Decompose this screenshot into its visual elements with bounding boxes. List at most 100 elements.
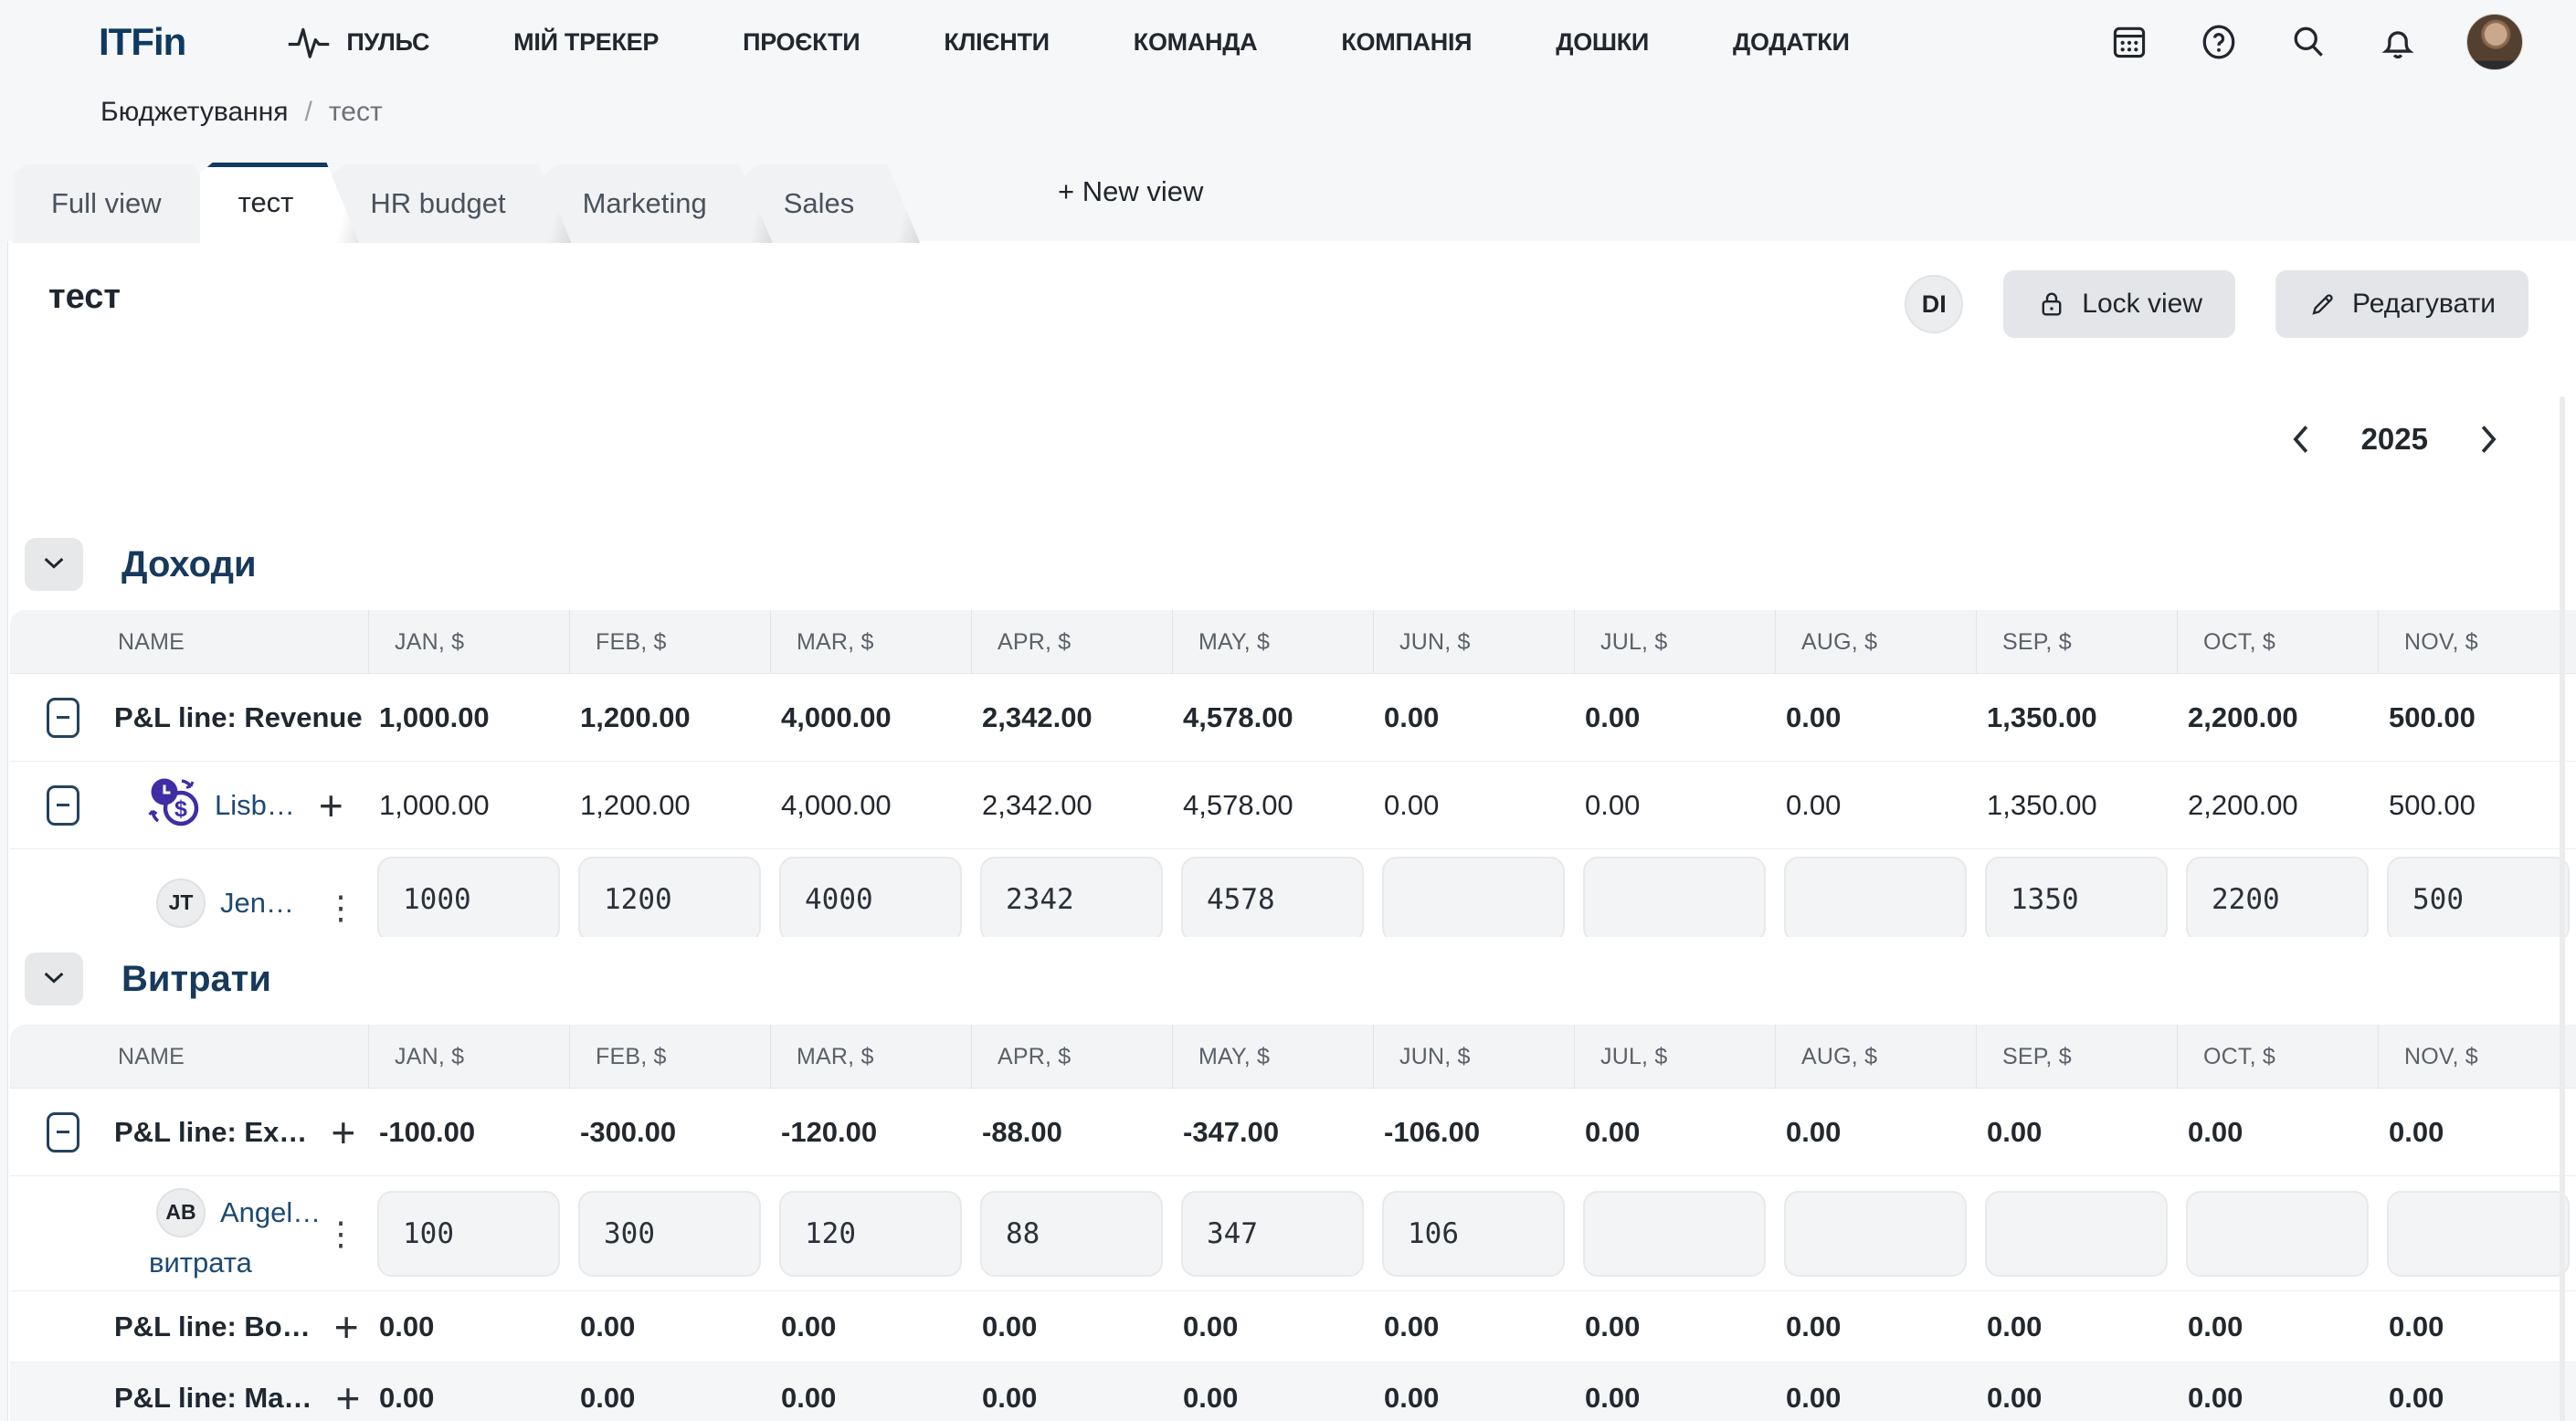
month-amount-input[interactable] <box>1985 1191 2168 1277</box>
month-amount-input[interactable] <box>2387 857 2570 937</box>
pulse-icon <box>286 23 332 61</box>
nav-item-1[interactable]: ПУЛЬС <box>286 23 429 61</box>
breadcrumb-parent[interactable]: Бюджетування <box>100 97 289 128</box>
tab-label: Full view <box>51 187 162 220</box>
vertical-scrollbar[interactable] <box>2560 396 2565 1421</box>
nav-item-5[interactable]: КОМАНДА <box>1134 28 1258 57</box>
month-value-cell: 0.00 <box>368 1382 569 1415</box>
budget-line-link[interactable]: Lisb… <box>215 789 295 822</box>
lock-view-button[interactable]: Lock view <box>2003 270 2235 338</box>
column-header-month: MAR, $ <box>770 1025 971 1089</box>
budget-item-link[interactable]: витрата <box>149 1247 321 1279</box>
month-value-cell: 0.00 <box>1574 1116 1775 1149</box>
month-amount-input[interactable] <box>2387 1191 2570 1277</box>
month-amount-input[interactable] <box>2186 857 2369 937</box>
tab-edge <box>887 164 920 243</box>
month-value-cell: 1,350.00 <box>1976 701 2177 734</box>
month-input-cell <box>1574 857 1775 937</box>
month-value-cell: 0.00 <box>1574 789 1775 822</box>
add-item-button[interactable]: + <box>331 1111 355 1153</box>
month-amount-input[interactable] <box>1583 857 1766 937</box>
calendar-apps-icon[interactable] <box>2108 21 2150 63</box>
month-amount-input[interactable] <box>1583 1191 1766 1277</box>
year-next-icon[interactable] <box>2479 424 2499 455</box>
kebab-menu-icon[interactable]: ⋮ <box>324 1215 357 1253</box>
month-amount-input[interactable] <box>980 857 1163 937</box>
month-amount-input[interactable] <box>1181 857 1364 937</box>
month-amount-input[interactable] <box>1784 1191 1967 1277</box>
month-amount-input[interactable] <box>377 857 560 937</box>
search-icon[interactable] <box>2287 21 2329 63</box>
notifications-bell-icon[interactable] <box>2377 21 2419 63</box>
tab-marketing[interactable]: Marketing <box>544 164 773 243</box>
person-name-link[interactable]: Jen… <box>220 887 294 920</box>
month-value-cell: 0.00 <box>1976 1382 2177 1415</box>
collaborator-avatar[interactable]: DI <box>1905 275 1963 333</box>
breadcrumb-separator: / <box>305 97 312 128</box>
section-collapse-button[interactable] <box>25 538 83 591</box>
month-value-cell: 0.00 <box>1775 1116 1976 1149</box>
month-value-cell: 0.00 <box>1775 701 1976 734</box>
view-tabs: Full viewтестHR budgetMarketingSales <box>13 163 892 243</box>
column-header-month: MAY, $ <box>1172 1025 1373 1089</box>
month-amount-input[interactable] <box>1382 857 1565 937</box>
month-value-cell: 2,200.00 <box>2177 789 2378 822</box>
view-header: тест DI Lock view <box>8 241 2576 369</box>
year-prev-icon[interactable] <box>2290 424 2310 455</box>
month-amount-input[interactable] <box>980 1191 1163 1277</box>
month-amount-input[interactable] <box>779 857 962 937</box>
nav-item-2[interactable]: МІЙ ТРЕКЕР <box>513 28 659 57</box>
month-amount-input[interactable] <box>1181 1191 1364 1277</box>
collapse-row-icon[interactable] <box>47 785 79 826</box>
person-name-link[interactable]: Angel… <box>220 1196 321 1229</box>
tab-full-view[interactable]: Full view <box>13 164 227 243</box>
person-line: JTJen… <box>156 879 294 928</box>
pencil-icon <box>2308 289 2338 319</box>
lock-view-label: Lock view <box>2082 289 2202 320</box>
table-row: JTJen… ревенью ⋮ <box>10 849 2576 937</box>
new-view-button[interactable]: + New view <box>1058 175 1203 208</box>
row-label: P&L line: Bo… <box>114 1310 311 1343</box>
kebab-menu-icon[interactable]: ⋮ <box>324 889 357 927</box>
month-value-cell: 2,342.00 <box>971 701 1172 734</box>
breadcrumb: Бюджетування / тест <box>0 84 2576 128</box>
app-logo[interactable]: ITFin <box>99 20 185 64</box>
month-amount-input[interactable] <box>377 1191 560 1277</box>
budget-item-link[interactable]: ревенью <box>149 937 294 938</box>
collapse-row-icon[interactable] <box>47 1112 79 1153</box>
month-amount-input[interactable] <box>1985 857 2168 937</box>
add-item-button[interactable]: + <box>319 784 343 826</box>
month-amount-input[interactable] <box>1382 1191 1565 1277</box>
nav-item-label: КОМАНДА <box>1134 28 1258 57</box>
column-header-month: OCT, $ <box>2177 610 2378 674</box>
edit-button[interactable]: Редагувати <box>2275 270 2528 338</box>
person-initials-badge: AB <box>156 1188 206 1237</box>
month-value-cell: 0.00 <box>2378 1310 2576 1343</box>
nav-item-8[interactable]: ДОДАТКИ <box>1733 28 1850 57</box>
month-amount-input[interactable] <box>2186 1191 2369 1277</box>
name-cell: JTJen… ревенью ⋮ <box>10 849 368 937</box>
month-value-cell: 1,000.00 <box>368 701 569 734</box>
help-icon[interactable] <box>2198 21 2240 63</box>
month-value-cell: 0.00 <box>368 1310 569 1343</box>
add-item-button[interactable]: + <box>335 1377 360 1419</box>
month-amount-input[interactable] <box>578 1191 761 1277</box>
collapse-row-icon[interactable] <box>47 698 79 738</box>
month-amount-input[interactable] <box>578 857 761 937</box>
nav-item-3[interactable]: ПРОЄКТИ <box>743 28 860 57</box>
nav-item-6[interactable]: КОМПАНІЯ <box>1341 28 1472 57</box>
nav-item-label: ПУЛЬС <box>346 28 429 57</box>
month-amount-input[interactable] <box>779 1191 962 1277</box>
budget-sections: ДоходиNAMEJAN, $FEB, $MAR, $APR, $MAY, $… <box>8 535 2576 1421</box>
lock-icon <box>2036 289 2067 320</box>
tab-sales[interactable]: Sales <box>745 164 921 243</box>
column-header-month: NOV, $ <box>2378 1025 2576 1089</box>
nav-item-7[interactable]: ДОШКИ <box>1556 28 1649 57</box>
nav-item-4[interactable]: КЛІЄНТИ <box>944 28 1049 57</box>
section-collapse-button[interactable] <box>25 953 83 1005</box>
column-header-month: MAR, $ <box>770 610 971 674</box>
month-amount-input[interactable] <box>1784 857 1967 937</box>
user-avatar[interactable] <box>2466 14 2523 70</box>
add-item-button[interactable]: + <box>334 1306 359 1348</box>
tab-hr-budget[interactable]: HR budget <box>332 164 571 243</box>
